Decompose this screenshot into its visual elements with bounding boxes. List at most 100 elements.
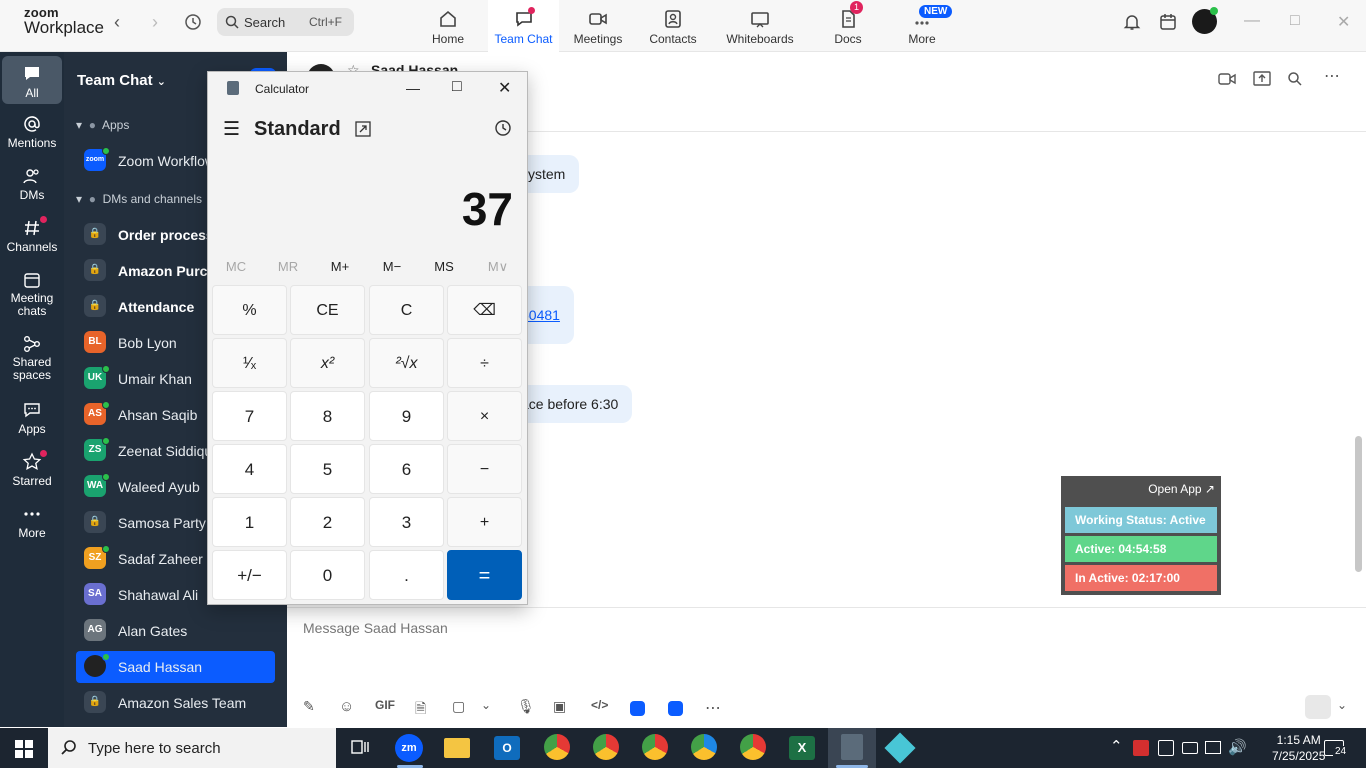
clear-entry-key[interactable]: CE <box>290 285 365 335</box>
maximize-icon[interactable]: □ <box>452 78 462 96</box>
digit-7-key[interactable]: 7 <box>212 391 287 441</box>
tab-whiteboards[interactable]: Whiteboards <box>724 0 796 52</box>
app-icon[interactable] <box>668 701 683 716</box>
video-message-icon[interactable]: ▣ <box>553 698 566 715</box>
more-options-icon[interactable]: ⋯ <box>1324 66 1340 86</box>
list-item[interactable]: AG Alan Gates <box>76 615 275 647</box>
square-root-key[interactable]: ²√x <box>369 338 444 388</box>
share-screen-icon[interactable] <box>1253 70 1271 88</box>
video-icon[interactable] <box>1218 71 1236 87</box>
negate-key[interactable]: +/− <box>212 550 287 600</box>
rail-item-starred[interactable]: Starred <box>2 450 62 488</box>
digit-0-key[interactable]: 0 <box>290 550 365 600</box>
bell-icon[interactable] <box>1123 13 1141 31</box>
volume-icon[interactable]: 🔊 <box>1228 738 1247 756</box>
screenshot-icon[interactable]: ▢ <box>452 698 465 715</box>
calendar-icon[interactable] <box>1159 13 1177 31</box>
app-icon[interactable] <box>630 701 645 716</box>
more-options-icon[interactable]: ⋯ <box>705 698 721 718</box>
close-icon[interactable]: ✕ <box>1337 12 1350 32</box>
rail-item-meeting-chats[interactable]: Meeting chats <box>2 270 62 318</box>
file-explorer-taskbar-icon[interactable] <box>444 734 476 762</box>
gif-button[interactable]: GIF <box>375 698 395 712</box>
tab-team-chat[interactable]: Team Chat <box>488 0 559 52</box>
tab-contacts[interactable]: Contacts <box>645 0 701 52</box>
chrome-taskbar-icon[interactable] <box>593 734 625 762</box>
ms-button[interactable]: MS <box>422 259 466 274</box>
chrome-taskbar-icon[interactable] <box>740 734 772 762</box>
acrobat-tray-icon[interactable] <box>1133 740 1149 756</box>
rail-item-shared-spaces[interactable]: Shared spaces <box>2 334 62 382</box>
minimize-icon[interactable]: — <box>1244 12 1260 30</box>
send-button[interactable] <box>1305 695 1331 719</box>
mr-button[interactable]: MR <box>266 259 310 274</box>
hamburger-menu-icon[interactable]: ☰ <box>223 118 240 141</box>
app-taskbar-icon[interactable] <box>884 732 918 764</box>
square-key[interactable]: x² <box>290 338 365 388</box>
chrome-taskbar-icon[interactable] <box>691 734 723 762</box>
rail-item-apps[interactable]: Apps <box>2 400 62 436</box>
code-icon[interactable]: </> <box>591 698 608 712</box>
reciprocal-key[interactable]: ¹⁄ₓ <box>212 338 287 388</box>
message-composer[interactable]: Message Saad Hassan <box>287 607 1366 727</box>
decimal-key[interactable]: . <box>369 550 444 600</box>
history-icon[interactable] <box>494 119 512 137</box>
rail-item-channels[interactable]: Channels <box>2 216 62 254</box>
digit-8-key[interactable]: 8 <box>290 391 365 441</box>
search-icon[interactable] <box>1287 71 1303 87</box>
digit-4-key[interactable]: 4 <box>212 444 287 494</box>
divide-key[interactable]: ÷ <box>447 338 522 388</box>
rail-item-dms[interactable]: DMs <box>2 166 62 202</box>
percent-key[interactable]: % <box>212 285 287 335</box>
chrome-taskbar-icon[interactable] <box>544 734 576 762</box>
section-apps[interactable]: ▾ ● Apps <box>76 118 129 132</box>
clear-key[interactable]: C <box>369 285 444 335</box>
section-dms-channels[interactable]: ▾ ● DMs and channels <box>76 192 202 206</box>
taskbar-search-input[interactable]: Type here to search <box>48 728 336 768</box>
multiply-key[interactable]: × <box>447 391 522 441</box>
excel-taskbar-icon[interactable]: X <box>789 734 821 762</box>
tray-app-icon[interactable] <box>1158 740 1174 756</box>
digit-9-key[interactable]: 9 <box>369 391 444 441</box>
file-icon[interactable]: 🗎 <box>415 698 426 722</box>
task-view-icon[interactable] <box>350 739 370 757</box>
list-item-selected[interactable]: Saad Hassan <box>76 651 275 683</box>
tab-more[interactable]: More NEW <box>900 0 953 52</box>
digit-6-key[interactable]: 6 <box>369 444 444 494</box>
mc-button[interactable]: MC <box>214 259 258 274</box>
chrome-taskbar-icon[interactable] <box>642 734 674 762</box>
digit-3-key[interactable]: 3 <box>369 497 444 547</box>
clock[interactable]: 1:15 AM 7/25/2025 <box>1272 732 1325 764</box>
maximize-icon[interactable]: □ <box>1290 12 1300 30</box>
scrollbar-thumb[interactable] <box>1355 436 1362 572</box>
m-plus-button[interactable]: M+ <box>318 259 362 274</box>
digit-2-key[interactable]: 2 <box>290 497 365 547</box>
rail-item-all[interactable]: All <box>2 56 62 104</box>
calculator-taskbar-icon[interactable] <box>838 734 870 762</box>
add-key[interactable]: + <box>447 497 522 547</box>
memory-list-button[interactable]: M∨ <box>476 259 520 275</box>
team-chat-header[interactable]: Team Chat ⌄ <box>77 72 166 89</box>
back-arrow-icon[interactable]: ‹ <box>114 12 120 33</box>
digit-5-key[interactable]: 5 <box>290 444 365 494</box>
equals-key[interactable]: = <box>447 550 522 600</box>
open-app-link[interactable]: Open App ↗ <box>1148 482 1215 496</box>
list-item[interactable]: 🔒 Amazon Sales Team <box>76 687 275 719</box>
tab-docs[interactable]: Docs 1 <box>826 0 870 52</box>
emoji-icon[interactable]: ☺ <box>339 698 354 715</box>
windows-start-icon[interactable] <box>15 740 33 758</box>
tab-home[interactable]: Home <box>418 0 478 52</box>
close-icon[interactable]: ✕ <box>498 78 511 98</box>
chevron-down-icon[interactable]: ⌄ <box>1337 698 1347 712</box>
search-input[interactable]: Search Ctrl+F <box>217 8 354 36</box>
rail-item-mentions[interactable]: Mentions <box>2 114 62 150</box>
chevron-up-icon[interactable]: ⌃ <box>1110 737 1123 755</box>
m-minus-button[interactable]: M− <box>370 259 414 274</box>
subtract-key[interactable]: − <box>447 444 522 494</box>
network-icon[interactable] <box>1205 741 1221 754</box>
keep-on-top-icon[interactable] <box>355 121 371 137</box>
chevron-down-icon[interactable]: ⌄ <box>481 698 491 712</box>
minimize-icon[interactable]: — <box>406 80 420 96</box>
battery-icon[interactable] <box>1182 742 1198 754</box>
backspace-key[interactable]: ⌫ <box>447 285 522 335</box>
